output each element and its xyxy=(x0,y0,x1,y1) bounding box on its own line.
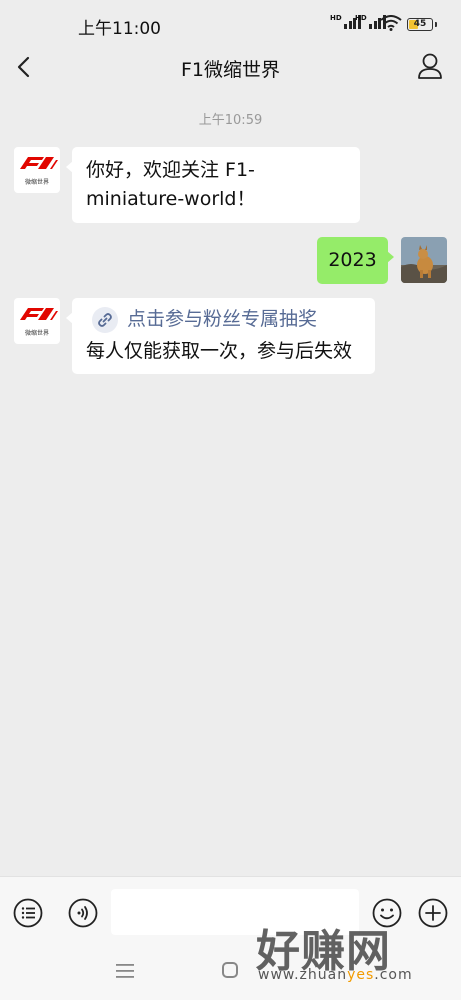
home-icon[interactable] xyxy=(222,962,238,978)
f1-logo-icon xyxy=(20,308,58,320)
message-bubble-mine[interactable]: 2023 xyxy=(317,237,394,284)
message-timestamp: 上午10:59 xyxy=(198,113,263,128)
recent-apps-icon[interactable] xyxy=(116,964,134,978)
status-time: 上午11:00 xyxy=(78,19,161,39)
user-avatar[interactable] xyxy=(401,237,447,283)
link-text: 点击参与粉丝专属抽奖 xyxy=(127,308,318,330)
link-icon xyxy=(92,306,118,333)
avatar-caption: 微缩世界 xyxy=(24,330,49,337)
chat-title: F1微缩世界 xyxy=(180,59,281,81)
wifi-icon xyxy=(380,15,402,31)
person-icon[interactable] xyxy=(417,52,443,80)
avatar-caption: 微缩世界 xyxy=(24,179,49,186)
chat-header: F1微缩世界 xyxy=(0,44,461,90)
watermark-url: www.zhuanyes.com xyxy=(258,967,413,983)
watermark: 好赚网 www.zhuanyes.com xyxy=(252,915,452,993)
official-avatar[interactable]: 微缩世界 xyxy=(14,147,60,193)
dog-photo xyxy=(401,237,447,283)
battery-level: 45 xyxy=(413,19,427,29)
message-text: 每人仅能获取一次，参与后失效 xyxy=(86,340,353,362)
menu-list-icon[interactable] xyxy=(13,898,43,928)
lottery-link[interactable]: 点击参与粉丝专属抽奖 xyxy=(92,305,361,334)
message-bubble-lottery[interactable]: 点击参与粉丝专属抽奖 每人仅能获取一次，参与后失效 xyxy=(66,298,375,374)
message-text: 2023 xyxy=(328,249,377,271)
official-avatar[interactable]: 微缩世界 xyxy=(14,298,60,344)
voice-icon[interactable] xyxy=(68,898,98,928)
status-bar: 上午11:00 HD HD 45 xyxy=(0,0,461,50)
f1-logo-icon xyxy=(20,157,58,169)
message-text: 你好，欢迎关注 F1-miniature-world！ xyxy=(86,159,256,210)
message-bubble-welcome[interactable]: 你好，欢迎关注 F1-miniature-world！ xyxy=(66,147,360,223)
battery-icon: 45 xyxy=(407,18,437,31)
